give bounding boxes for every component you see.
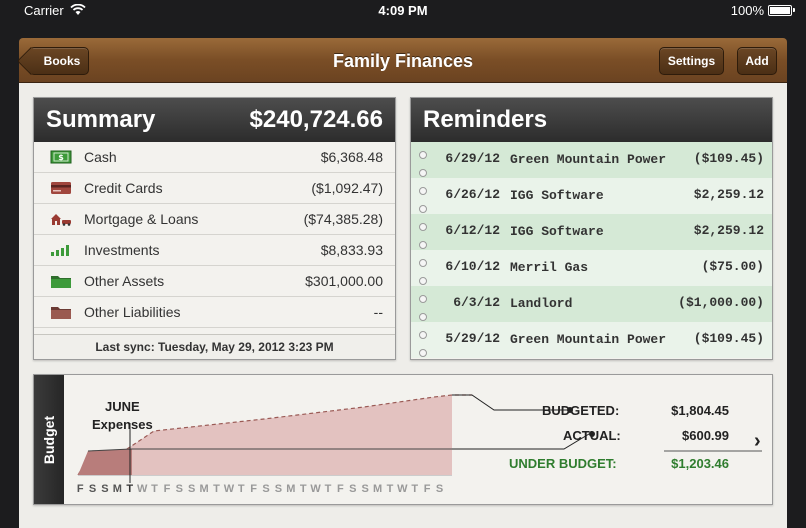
last-sync-label: Last sync: Tuesday, May 29, 2012 3:23 PM xyxy=(34,334,395,359)
chevron-right-icon[interactable]: › xyxy=(754,430,761,453)
budgeted-value: $1,804.45 xyxy=(671,403,729,418)
day-letter: T xyxy=(324,483,332,495)
under-budget-value: $1,203.46 xyxy=(671,456,729,471)
day-letter: S xyxy=(435,483,444,495)
summary-row-mortgage-loans[interactable]: Mortgage & Loans ($74,385.28) xyxy=(34,204,395,235)
binder-hole-icon xyxy=(419,169,427,177)
summary-row-credit-cards[interactable]: Credit Cards ($1,092.47) xyxy=(34,173,395,204)
day-axis: FSSMTWTFSSMTWTFSSMTWTFSSMTWTFS xyxy=(74,483,446,495)
day-letter: T xyxy=(237,483,245,495)
binder-hole-icon xyxy=(419,295,427,303)
day-letter: T xyxy=(411,483,419,495)
binder-hole-icon xyxy=(419,349,427,357)
day-letter: F xyxy=(337,483,344,495)
reminder-row[interactable]: 6/12/12 IGG Software $2,259.12 xyxy=(411,214,772,250)
month-label: JUNE Expenses xyxy=(92,399,153,432)
day-letter: S xyxy=(101,483,109,495)
green-folder-icon xyxy=(50,273,72,289)
actual-label: ACTUAL: xyxy=(563,428,621,443)
reminders-title: Reminders xyxy=(423,106,548,133)
day-letter: T xyxy=(126,483,134,495)
summary-row-investments[interactable]: Investments $8,833.93 xyxy=(34,235,395,266)
day-letter: M xyxy=(199,483,209,495)
bar-chart-icon xyxy=(50,242,72,258)
binder-hole-icon xyxy=(419,277,427,285)
binder-hole-icon xyxy=(419,313,427,321)
battery-icon xyxy=(768,4,795,16)
day-letter: F xyxy=(163,483,171,495)
carrier-label: Carrier xyxy=(24,2,64,18)
day-letter: W xyxy=(223,483,235,495)
house-car-icon xyxy=(50,211,72,227)
day-letter: S xyxy=(274,483,283,495)
day-letter: T xyxy=(213,483,220,495)
cash-icon: $ xyxy=(50,149,72,165)
svg-text:$: $ xyxy=(58,153,64,162)
add-button[interactable]: Add xyxy=(737,47,777,75)
day-letter: W xyxy=(310,483,321,495)
summary-row-other-liabilities[interactable]: Other Liabilities -- xyxy=(34,297,395,328)
day-letter: S xyxy=(88,483,97,495)
day-letter: S xyxy=(262,483,270,495)
day-letter: S xyxy=(175,483,183,495)
budgeted-label: BUDGETED: xyxy=(542,403,620,418)
reminder-row[interactable]: 6/3/12 Landlord ($1,000.00) xyxy=(411,286,772,322)
binder-hole-icon xyxy=(419,331,427,339)
day-letter: F xyxy=(76,483,84,495)
actual-value: $600.99 xyxy=(682,428,729,443)
day-letter: M xyxy=(286,483,296,495)
chart-baseline xyxy=(78,475,452,476)
summary-title: Summary xyxy=(46,106,156,133)
summary-header: Summary $240,724.66 xyxy=(34,98,395,142)
budget-panel[interactable]: Budget JUNE Expenses BUDGETED: $1,804.45… xyxy=(33,374,773,505)
settings-button[interactable]: Settings xyxy=(659,47,724,75)
reminder-row[interactable]: 5/29/12 Green Mountain Power ($109.45) xyxy=(411,322,772,358)
brown-folder-icon xyxy=(50,304,72,320)
budget-tab-label: Budget xyxy=(41,415,57,464)
reminder-row[interactable]: 6/10/12 Merril Gas ($75.00) xyxy=(411,250,772,286)
reminders-header: Reminders xyxy=(411,98,772,142)
main-content: Summary $240,724.66 $ Cash $6,368.48 Cre… xyxy=(19,83,787,528)
day-letter: T xyxy=(151,483,158,495)
binder-hole-icon xyxy=(419,259,427,267)
day-letter: F xyxy=(250,483,258,495)
binder-hole-icon xyxy=(419,205,427,213)
summary-row-other-assets[interactable]: Other Assets $301,000.00 xyxy=(34,266,395,297)
binder-hole-icon xyxy=(419,187,427,195)
day-letter: W xyxy=(136,483,148,495)
day-letter: T xyxy=(299,483,307,495)
status-bar: Carrier 4:09 PM 100% xyxy=(0,0,806,20)
budget-tab: Budget xyxy=(34,375,64,504)
reminders-list[interactable]: 6/29/12 Green Mountain Power ($109.45) 6… xyxy=(411,142,772,359)
credit-card-icon xyxy=(50,180,72,196)
day-letter: W xyxy=(397,483,408,495)
day-letter: S xyxy=(349,483,357,495)
reminder-row[interactable]: 6/29/12 Green Mountain Power ($109.45) xyxy=(411,142,772,178)
under-budget-label: UNDER BUDGET: xyxy=(509,456,617,471)
reminder-row[interactable]: 6/26/12 IGG Software $2,259.12 xyxy=(411,178,772,214)
summary-panel[interactable]: Summary $240,724.66 $ Cash $6,368.48 Cre… xyxy=(33,97,396,360)
day-letter: T xyxy=(386,483,394,495)
wifi-icon xyxy=(70,4,86,15)
day-letter: S xyxy=(361,483,369,495)
binder-hole-icon xyxy=(419,241,427,249)
summary-total: $240,724.66 xyxy=(249,106,383,133)
clock: 4:09 PM xyxy=(378,2,428,18)
navigation-bar: Books Family Finances Settings Add xyxy=(19,38,787,83)
actual-area xyxy=(78,449,132,475)
binder-hole-icon xyxy=(419,223,427,231)
day-letter: M xyxy=(112,483,122,495)
day-letter: F xyxy=(423,483,431,495)
day-letter: M xyxy=(372,483,383,495)
summary-row-cash[interactable]: $ Cash $6,368.48 xyxy=(34,142,395,173)
binder-hole-icon xyxy=(419,151,427,159)
battery-percent: 100% xyxy=(730,2,764,18)
reminders-panel[interactable]: Reminders 6/29/12 Green Mountain Power (… xyxy=(410,97,773,360)
day-letter: S xyxy=(188,483,196,495)
